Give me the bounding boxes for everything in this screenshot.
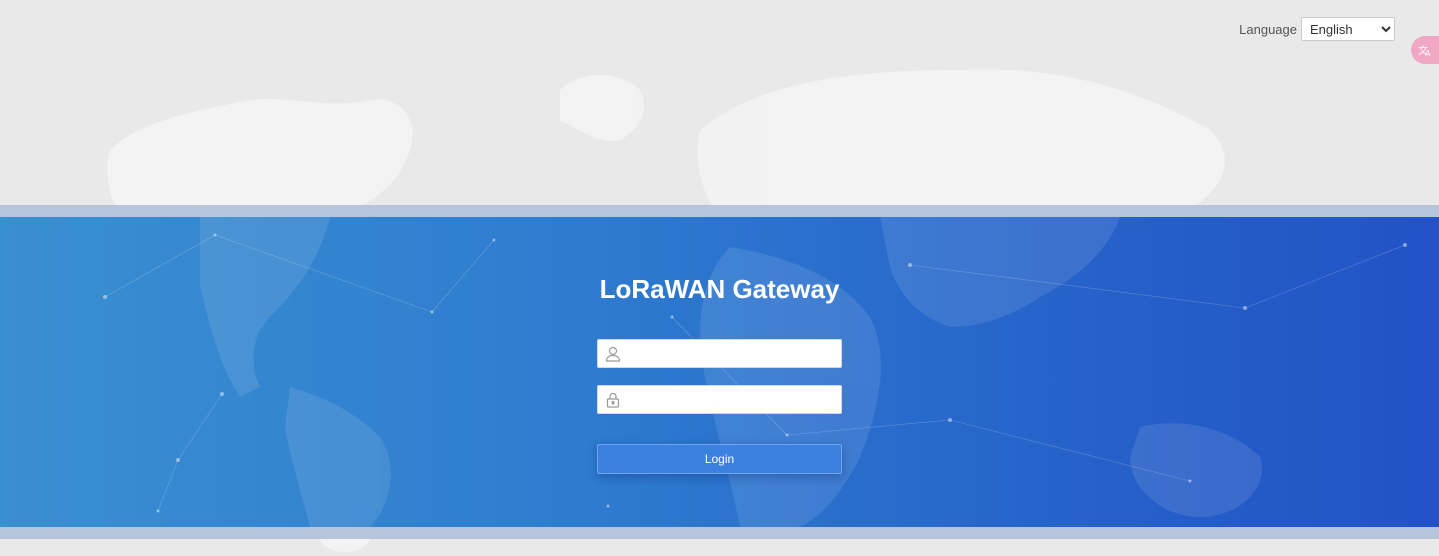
language-select[interactable]: English [1301, 17, 1395, 41]
password-input[interactable] [628, 386, 841, 413]
band-bottom-stripe [0, 527, 1439, 539]
password-field[interactable] [597, 385, 842, 414]
svg-text:A: A [1425, 49, 1431, 57]
login-band: LoRaWAN Gateway Login [0, 217, 1439, 527]
lock-icon [598, 386, 628, 413]
translate-icon: 文 A [1418, 44, 1431, 57]
username-field[interactable] [597, 339, 842, 368]
band-top-stripe [0, 205, 1439, 217]
page-title: LoRaWAN Gateway [599, 274, 840, 304]
language-selector: Language English [1239, 17, 1395, 41]
translate-button[interactable]: 文 A [1411, 36, 1439, 64]
username-input[interactable] [628, 340, 841, 367]
login-button[interactable]: Login [597, 444, 842, 474]
language-label: Language [1239, 21, 1297, 37]
band-map-overlay [103, 217, 1407, 527]
user-icon [598, 340, 628, 367]
